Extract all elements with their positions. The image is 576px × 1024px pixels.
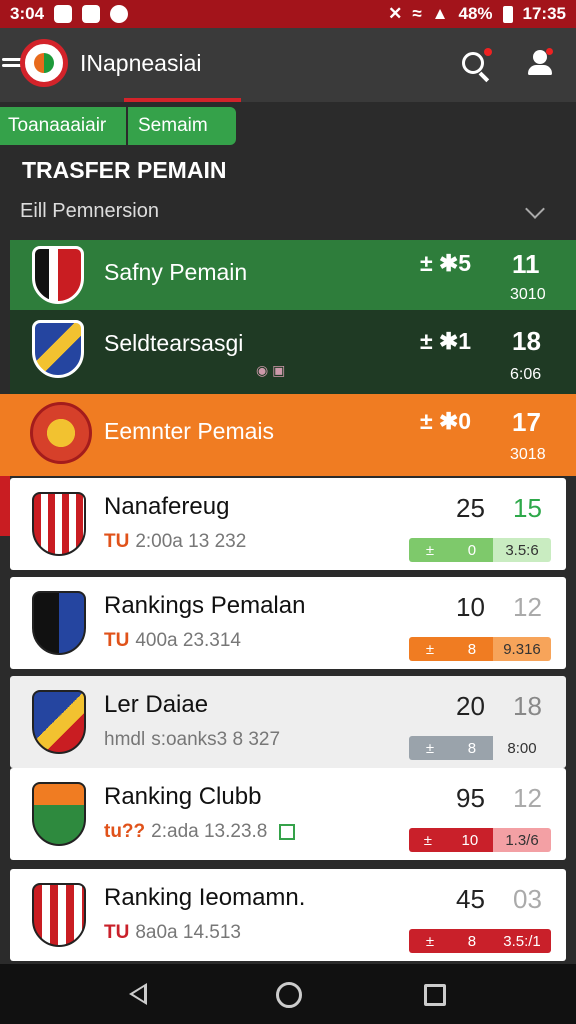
transfer-count: ± ✱1 — [420, 328, 472, 354]
change-pill: ±0 3.5:6 — [409, 538, 551, 562]
club-name: Nanafereug — [104, 493, 230, 520]
club-name: Safny Pemain — [104, 259, 248, 285]
notification-icon — [82, 5, 101, 23]
section-title: TRASFER PEMAIN — [22, 157, 227, 183]
club-crest — [32, 246, 84, 304]
club-crest — [32, 320, 84, 378]
ranking-card[interactable]: Rankings Pemalan TU 400a 23.314 10 12 ±8 … — [10, 577, 566, 669]
tab-bar: Toanaaaiair Semaim — [0, 107, 236, 145]
stat-secondary: 03 — [513, 884, 542, 914]
club-name: Ranking Clubb — [104, 783, 262, 810]
chevron-down-icon — [525, 199, 545, 219]
club-crest — [32, 782, 86, 846]
status-icons: ◉ ▣ — [256, 362, 286, 378]
system-nav-bar — [0, 964, 576, 1024]
ranking-row[interactable]: Eemnter Pemais ± ✱0 17 3018 — [0, 394, 576, 476]
filter-dropdown[interactable]: Eill Pemnersion — [20, 199, 550, 228]
signal-icon: ▲ — [431, 4, 449, 23]
notification-icon — [110, 5, 129, 23]
club-name: Rankings Pemalan — [104, 592, 306, 619]
rank-sub: 3018 — [510, 446, 546, 463]
stat-secondary: 12 — [513, 592, 542, 622]
filter-label: Eill Pemnersion — [20, 200, 159, 222]
title-underline — [124, 98, 241, 102]
search-button[interactable] — [456, 46, 494, 84]
stat-value: 95 — [456, 783, 485, 813]
ranking-card[interactable]: Nanafereug TU 2:00a 13 232 25 15 ±0 3.5:6 — [10, 478, 566, 570]
profile-button[interactable] — [522, 46, 558, 82]
club-name: Ranking Ieomamn. — [104, 884, 306, 911]
club-name: Ler Daiae — [104, 691, 209, 718]
stat-secondary: 18 — [513, 691, 542, 721]
club-meta: hmdl s:oanks3 8 327 — [104, 729, 281, 750]
stat-secondary: 12 — [513, 783, 542, 813]
battery-percent: 48% — [458, 4, 493, 23]
ranking-row[interactable]: Safny Pemain ± ✱5 11 3010 — [10, 240, 576, 310]
notification-dot — [484, 48, 492, 56]
side-accent — [0, 476, 10, 536]
club-meta: TU 2:00a 13 232 — [104, 531, 247, 552]
club-crest — [30, 402, 92, 464]
status-bar: 3:04 ✕ ≈ ▲ 48% 17:35 — [0, 0, 576, 28]
home-icon[interactable] — [276, 982, 302, 1008]
transfer-count: ± ✱5 — [420, 250, 472, 276]
back-icon[interactable] — [129, 983, 147, 1005]
change-pill: ±8 8:00 — [409, 736, 551, 760]
notification-icon — [54, 5, 73, 23]
club-crest — [32, 690, 86, 754]
mute-icon: ✕ — [388, 4, 403, 23]
rank-value: 11 — [512, 249, 540, 279]
battery-icon — [502, 5, 513, 23]
notification-dot — [546, 48, 553, 55]
recents-icon[interactable] — [424, 984, 446, 1006]
club-meta: TU 8a0a 14.513 — [104, 922, 241, 943]
club-meta: TU 400a 23.314 — [104, 630, 241, 651]
rank-value: 18 — [512, 326, 541, 356]
tab-semaim[interactable]: Semaim — [126, 107, 236, 145]
ranking-card[interactable]: Ranking Clubb tu?? 2:ada 13.23.8 95 12 ±1… — [10, 768, 566, 860]
rank-sub: 6:06 — [510, 366, 542, 383]
club-crest — [32, 492, 86, 556]
rank-sub: 3010 — [510, 286, 546, 303]
stat-value: 10 — [456, 592, 485, 622]
wifi-icon: ≈ — [412, 4, 422, 23]
stat-value: 20 — [456, 691, 485, 721]
rank-value: 17 — [512, 407, 541, 437]
app-title: INapneasiai — [80, 50, 202, 76]
change-pill: ±8 3.5:/1 — [409, 929, 551, 953]
club-name: Seldtearsasgi — [104, 330, 244, 356]
transfer-count: ± ✱0 — [420, 408, 472, 434]
status-time-right: 17:35 — [522, 4, 566, 23]
app-logo — [20, 39, 68, 87]
change-pill: ±8 9.316 — [409, 637, 551, 661]
club-name: Eemnter Pemais — [104, 418, 275, 444]
stat-value: 45 — [456, 884, 485, 914]
user-icon — [533, 50, 547, 64]
ranking-card[interactable]: Ranking Ieomamn. TU 8a0a 14.513 45 03 ±8 … — [10, 869, 566, 961]
club-crest — [32, 591, 86, 655]
ranking-card[interactable]: Ler Daiae hmdl s:oanks3 8 327 20 18 ±8 8:… — [10, 676, 566, 768]
club-crest — [32, 883, 86, 947]
tab-toanaaaiair[interactable]: Toanaaaiair — [0, 107, 126, 145]
ranking-row[interactable]: Seldtearsasgi ◉ ▣ ± ✱1 18 6:06 — [10, 310, 576, 394]
club-meta: tu?? 2:ada 13.23.8 — [104, 821, 296, 843]
stat-secondary: 15 — [513, 493, 542, 523]
app-bar: INapneasiai — [0, 28, 576, 102]
stat-value: 25 — [456, 493, 485, 523]
status-icon — [279, 823, 296, 840]
change-pill: ±10 1.3/6 — [409, 828, 551, 852]
status-time-left: 3:04 — [10, 4, 45, 23]
